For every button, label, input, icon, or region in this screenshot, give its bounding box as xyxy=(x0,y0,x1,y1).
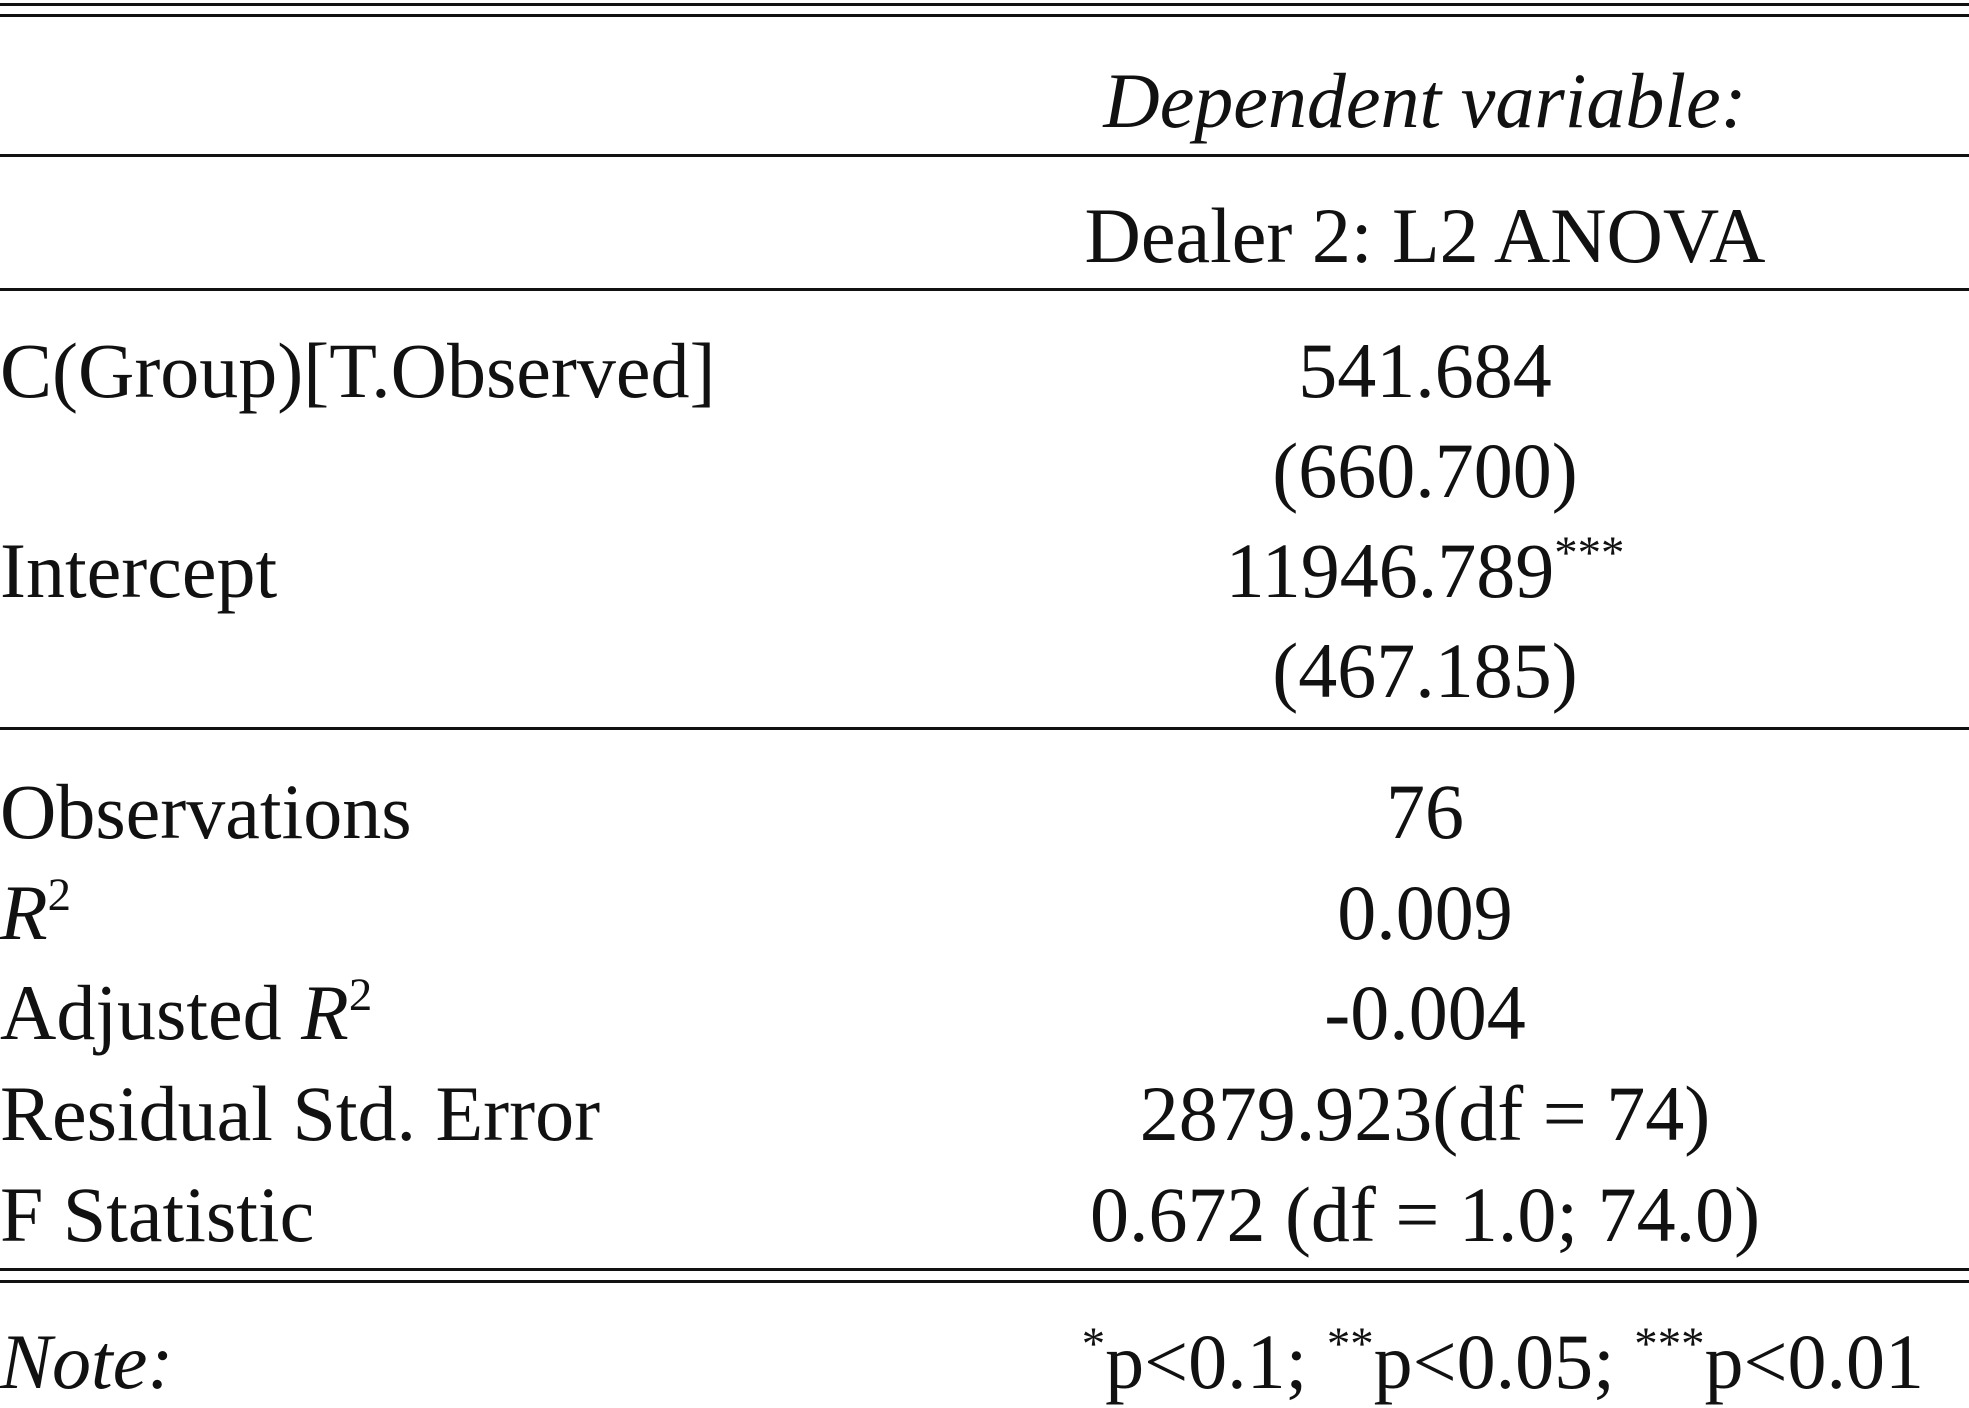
coef-stderr-group: (660.700) xyxy=(1272,427,1578,514)
stat-value-f-statistic: 0.672 (df = 1.0; 74.0) xyxy=(1089,1171,1761,1258)
note-text-1: p<0.1; xyxy=(1105,1318,1327,1405)
stat-label-r2: R2 xyxy=(0,872,71,952)
r-exponent: 2 xyxy=(47,868,72,921)
note-star-3: *** xyxy=(1634,1317,1705,1370)
stat-label-adjusted-r2: Adjusted R2 xyxy=(0,972,372,1052)
coef-rule xyxy=(0,727,1969,730)
model-name: Dealer 2: L2 ANOVA xyxy=(1084,192,1766,279)
coef-estimate-value: 11946.789 xyxy=(1225,527,1555,614)
stat-value-adjusted-r2: -0.004 xyxy=(1324,969,1526,1056)
model-rule xyxy=(0,288,1969,291)
note-label: Note: xyxy=(0,1318,174,1405)
bottom-rule-inner xyxy=(0,1280,1969,1283)
r-symbol: R xyxy=(0,869,48,956)
top-rule-outer xyxy=(0,3,1969,6)
coef-name-intercept: Intercept xyxy=(0,527,278,614)
r-symbol: R xyxy=(301,969,349,1056)
top-rule-inner xyxy=(0,14,1969,17)
header-rule xyxy=(0,154,1969,157)
note-star-2: ** xyxy=(1326,1317,1374,1370)
note-text-2: p<0.05; xyxy=(1373,1318,1635,1405)
coef-name-group: C(Group)[T.Observed] xyxy=(0,327,716,414)
coef-estimate-group: 541.684 xyxy=(1298,332,1552,410)
stat-label-residual-se: Residual Std. Error xyxy=(0,1070,601,1157)
stat-value-residual-se: 2879.923(df = 74) xyxy=(1139,1070,1711,1157)
significance-stars: *** xyxy=(1554,526,1625,579)
coef-estimate-value: 541.684 xyxy=(1298,327,1552,414)
bottom-rule-outer xyxy=(0,1268,1969,1271)
dependent-variable-label: Dependent variable: xyxy=(1103,57,1747,144)
note-text-3: p<0.01 xyxy=(1704,1318,1925,1405)
stat-value-observations: 76 xyxy=(1386,768,1464,855)
adjusted-prefix: Adjusted xyxy=(0,969,302,1056)
stat-label-observations: Observations xyxy=(0,768,412,855)
stat-value-r2: 0.009 xyxy=(1337,869,1513,956)
coef-stderr-intercept: (467.185) xyxy=(1272,627,1578,714)
note-star-1: * xyxy=(1081,1317,1106,1370)
coef-estimate-intercept: 11946.789*** xyxy=(1226,530,1625,610)
r-exponent: 2 xyxy=(348,968,373,1021)
stat-label-f-statistic: F Statistic xyxy=(0,1171,315,1258)
note-significance: *p<0.1; **p<0.05; ***p<0.01 xyxy=(1082,1321,1924,1401)
